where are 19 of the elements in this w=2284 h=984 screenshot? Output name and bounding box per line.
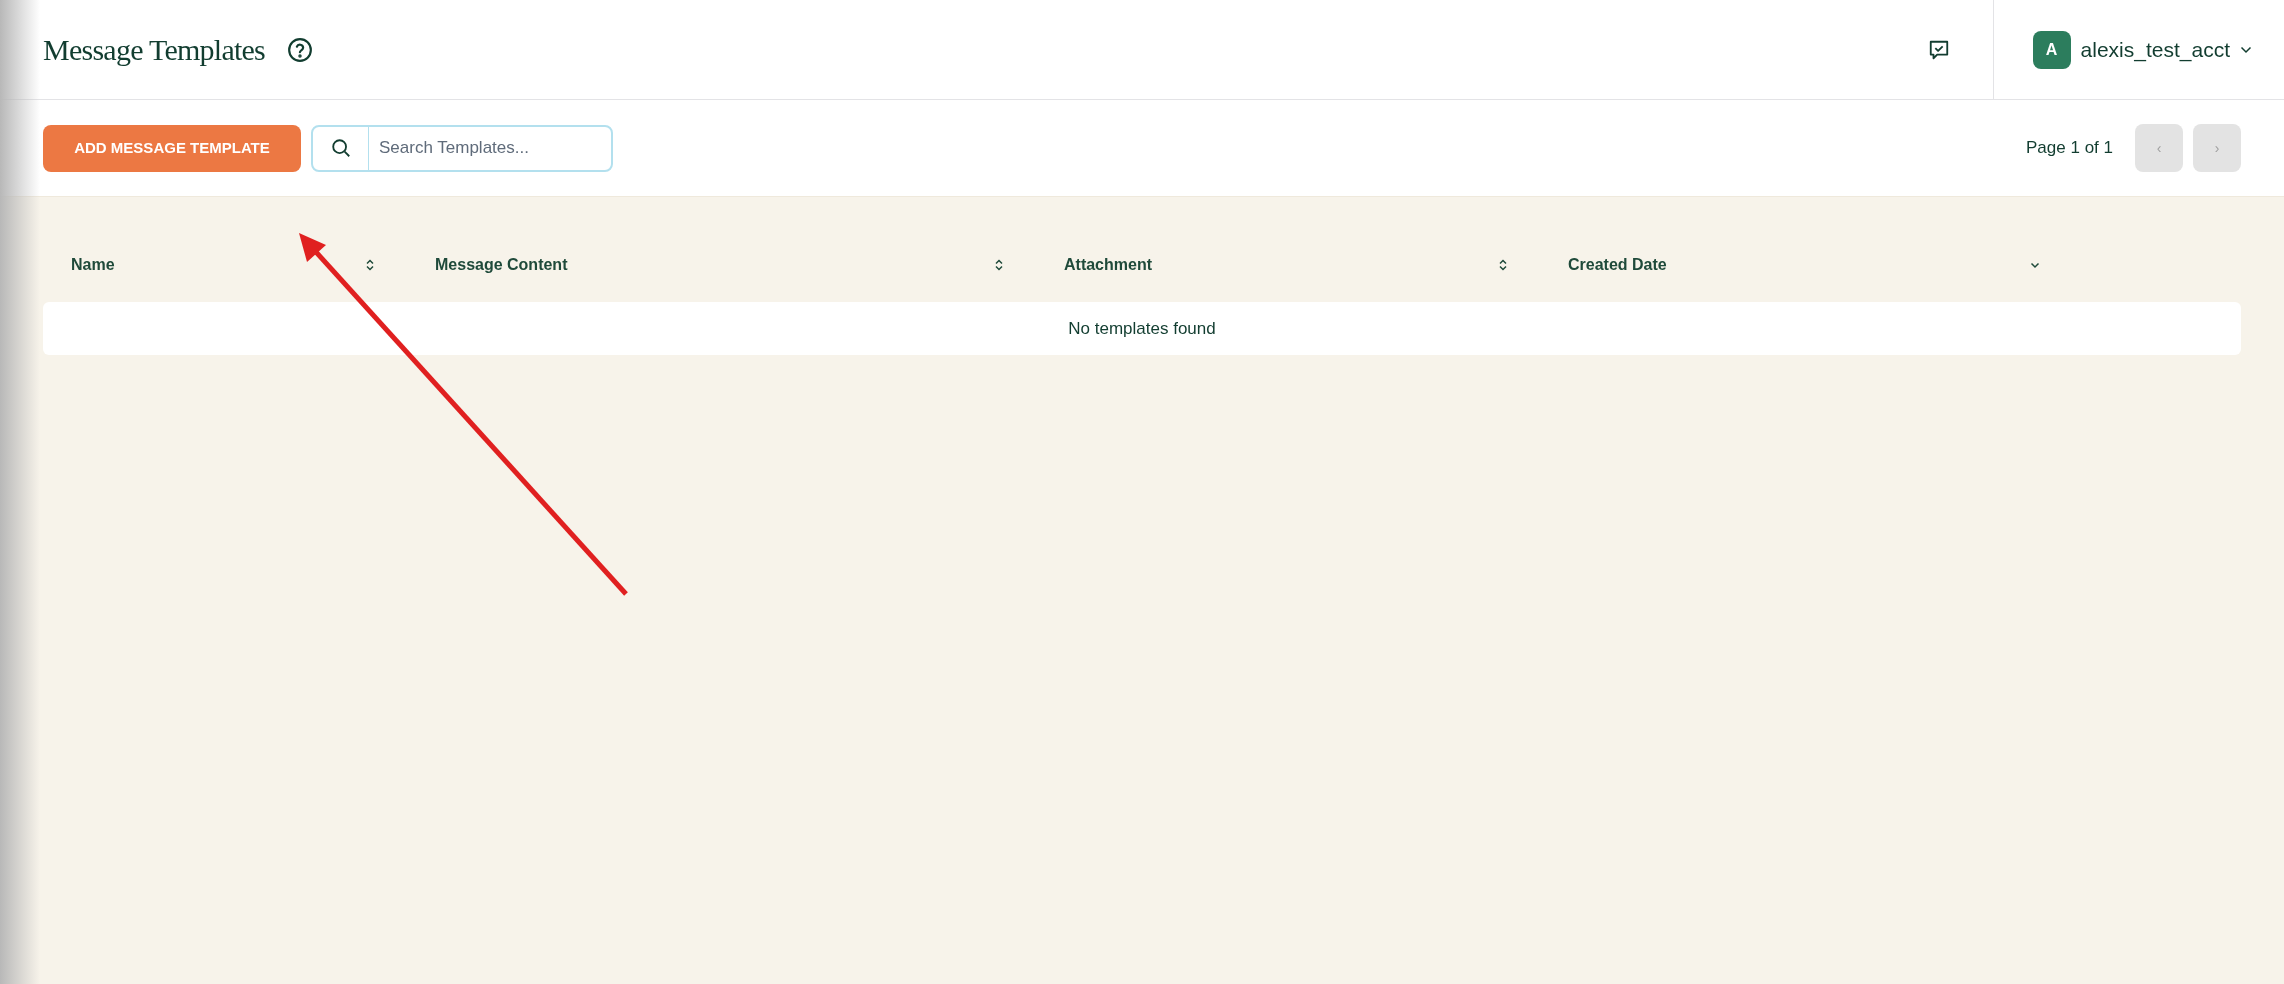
search-box[interactable]: Search Templates...	[311, 124, 613, 172]
page-title: Message Templates	[43, 32, 266, 68]
column-header[interactable]: Message Content	[435, 253, 568, 277]
column-header[interactable]: Created Date	[1568, 253, 1667, 277]
help-icon[interactable]	[287, 36, 314, 63]
empty-message: No templates found	[1068, 317, 1216, 340]
page-indicator: Page 1 of 1	[2026, 137, 2113, 160]
chevron-down-icon[interactable]	[2240, 45, 2252, 54]
column-header[interactable]: Attachment	[1064, 253, 1152, 277]
search-input[interactable]: Search Templates...	[369, 135, 611, 161]
sort-descending-icon[interactable]	[2030, 261, 2040, 269]
username[interactable]: alexis_test_acct	[2080, 33, 2230, 66]
search-icon	[329, 137, 352, 159]
chat-check-icon[interactable]	[1927, 38, 1950, 61]
sort-icon[interactable]	[994, 259, 1004, 271]
sort-icon[interactable]	[365, 259, 375, 271]
column-header[interactable]: Name	[71, 253, 115, 277]
user-avatar[interactable]: A	[2032, 30, 2071, 69]
sort-icon[interactable]	[1498, 259, 1508, 271]
